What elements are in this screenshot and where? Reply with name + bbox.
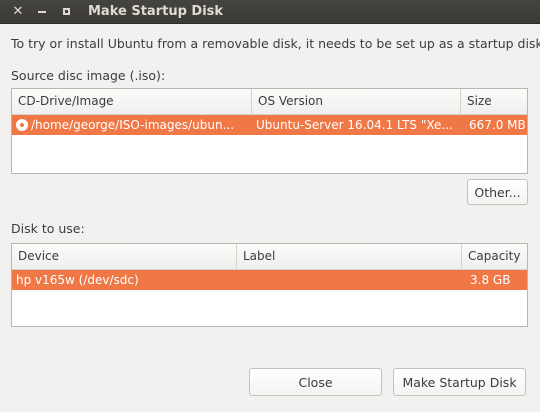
intro-text: To try or install Ubuntu from a removabl…: [11, 36, 540, 51]
disk-section-label: Disk to use:: [11, 221, 85, 236]
column-header-label[interactable]: Label: [237, 244, 462, 269]
window-title: Make Startup Disk: [88, 4, 224, 19]
capacity-cell: 3.8 GB: [470, 273, 511, 287]
make-startup-disk-button[interactable]: Make Startup Disk: [393, 368, 526, 396]
image-path-text: /home/george/ISO-images/ubun...: [31, 118, 235, 132]
column-header-os-version[interactable]: OS Version: [252, 89, 461, 114]
other-button[interactable]: Other...: [467, 179, 528, 205]
column-header-image[interactable]: CD-Drive/Image: [12, 89, 252, 114]
disc-icon: [16, 119, 28, 131]
image-path-cell: /home/george/ISO-images/ubun...: [12, 115, 252, 135]
device-cell: hp v165w (/dev/sdc): [16, 273, 139, 287]
maximize-window-icon[interactable]: [58, 4, 74, 20]
close-window-icon[interactable]: ✕: [10, 4, 26, 20]
source-table-row[interactable]: /home/george/ISO-images/ubun... Ubuntu-S…: [12, 115, 527, 135]
title-bar: ✕ Make Startup Disk: [0, 0, 540, 24]
source-section-label: Source disc image (.iso):: [11, 68, 166, 83]
label-cell: [237, 270, 462, 290]
column-header-size[interactable]: Size: [461, 89, 527, 114]
disk-table: Device Label Capacity hp v165w (/dev/sdc…: [11, 243, 528, 327]
size-cell: 667.0 MB: [469, 118, 526, 132]
source-table-header: CD-Drive/Image OS Version Size: [12, 89, 527, 115]
column-header-capacity[interactable]: Capacity: [462, 244, 527, 269]
os-version-cell: Ubuntu-Server 16.04.1 LTS "Xe...: [256, 118, 453, 132]
minimize-window-icon[interactable]: [34, 4, 50, 20]
disk-table-header: Device Label Capacity: [12, 244, 527, 270]
disk-table-row[interactable]: hp v165w (/dev/sdc) 3.8 GB: [12, 270, 527, 290]
close-button[interactable]: Close: [249, 368, 382, 396]
column-header-device[interactable]: Device: [12, 244, 237, 269]
source-image-table: CD-Drive/Image OS Version Size /home/geo…: [11, 88, 528, 174]
